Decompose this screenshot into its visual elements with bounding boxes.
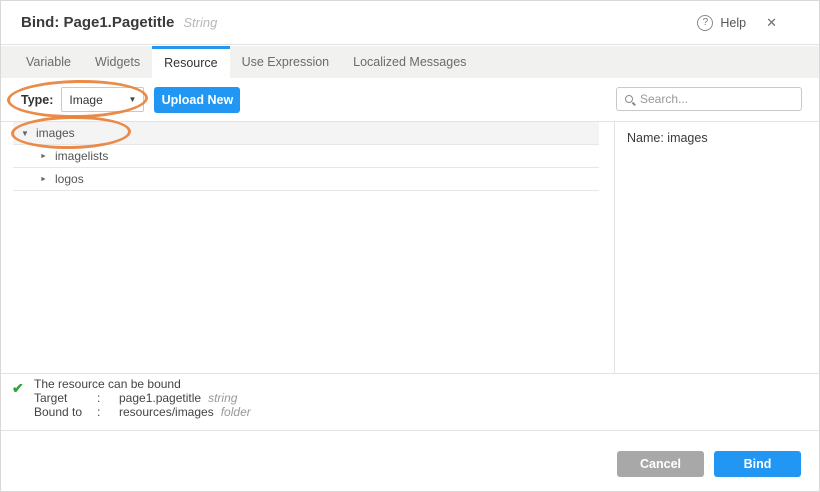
tab-resource[interactable]: Resource <box>152 46 230 78</box>
tree-item-logos[interactable]: ► logos <box>13 168 599 191</box>
chevron-down-icon: ▼ <box>129 95 137 104</box>
status-body: The resource can be bound Target : page1… <box>34 374 819 419</box>
chevron-right-icon[interactable]: ► <box>40 153 55 160</box>
search-box[interactable] <box>616 87 802 111</box>
dialog-title-type: String <box>183 15 217 30</box>
dialog-title: Bind: Page1.Pagetitle <box>21 14 174 31</box>
status-label: Target <box>34 391 97 405</box>
cancel-button[interactable]: Cancel <box>617 451 704 477</box>
type-select-value: Image <box>69 93 102 107</box>
status-value-type: folder <box>221 405 251 419</box>
tab-bar: Variable Widgets Resource Use Expression… <box>1 46 819 78</box>
status-message: The resource can be bound <box>34 377 819 391</box>
tab-use-expression[interactable]: Use Expression <box>230 46 342 78</box>
status-section: ✔ The resource can be bound Target : pag… <box>1 373 819 430</box>
resource-content: ▼ images ► imagelists ► logos Name: imag… <box>1 121 819 373</box>
type-label: Type: <box>21 93 53 107</box>
status-colon: : <box>97 391 119 405</box>
tree-item-label: imagelists <box>55 149 108 163</box>
help-button[interactable]: Help <box>720 16 746 30</box>
bind-button[interactable]: Bind <box>714 451 801 477</box>
header-actions: ? Help ✕ <box>697 15 777 31</box>
status-row-bound-to: Bound to : resources/images folder <box>34 405 819 419</box>
search-input[interactable] <box>640 92 790 106</box>
search-icon <box>625 95 633 103</box>
chevron-right-icon[interactable]: ► <box>40 176 55 183</box>
tab-variable[interactable]: Variable <box>14 46 83 78</box>
dialog-footer: Cancel Bind <box>1 430 819 491</box>
status-row-target: Target : page1.pagetitle string <box>34 391 819 405</box>
type-select[interactable]: Image ▼ <box>61 87 144 112</box>
tree-item-images[interactable]: ▼ images <box>13 122 599 145</box>
resource-toolbar: Type: Image ▼ Upload New <box>1 78 819 121</box>
status-value: resources/images <box>119 405 214 419</box>
status-value-type: string <box>208 391 237 405</box>
help-icon[interactable]: ? <box>697 15 713 31</box>
tab-localized-messages[interactable]: Localized Messages <box>341 46 478 78</box>
tree-item-imagelists[interactable]: ► imagelists <box>13 145 599 168</box>
tree-item-label: logos <box>55 172 84 186</box>
tab-widgets[interactable]: Widgets <box>83 46 152 78</box>
status-colon: : <box>97 405 119 419</box>
upload-new-button[interactable]: Upload New <box>154 87 240 113</box>
resource-tree: ▼ images ► imagelists ► logos <box>13 122 599 191</box>
status-value: page1.pagetitle <box>119 391 201 405</box>
details-panel: Name: images <box>615 122 819 373</box>
dialog-header: Bind: Page1.Pagetitle String ? Help ✕ <box>1 1 819 45</box>
close-icon[interactable]: ✕ <box>766 15 777 31</box>
status-label: Bound to <box>34 405 97 419</box>
chevron-down-icon[interactable]: ▼ <box>21 129 36 138</box>
check-icon: ✔ <box>12 380 24 397</box>
bind-dialog: Bind: Page1.Pagetitle String ? Help ✕ Va… <box>0 0 820 492</box>
selected-resource-name: Name: images <box>627 131 708 145</box>
tree-item-label: images <box>36 126 75 140</box>
